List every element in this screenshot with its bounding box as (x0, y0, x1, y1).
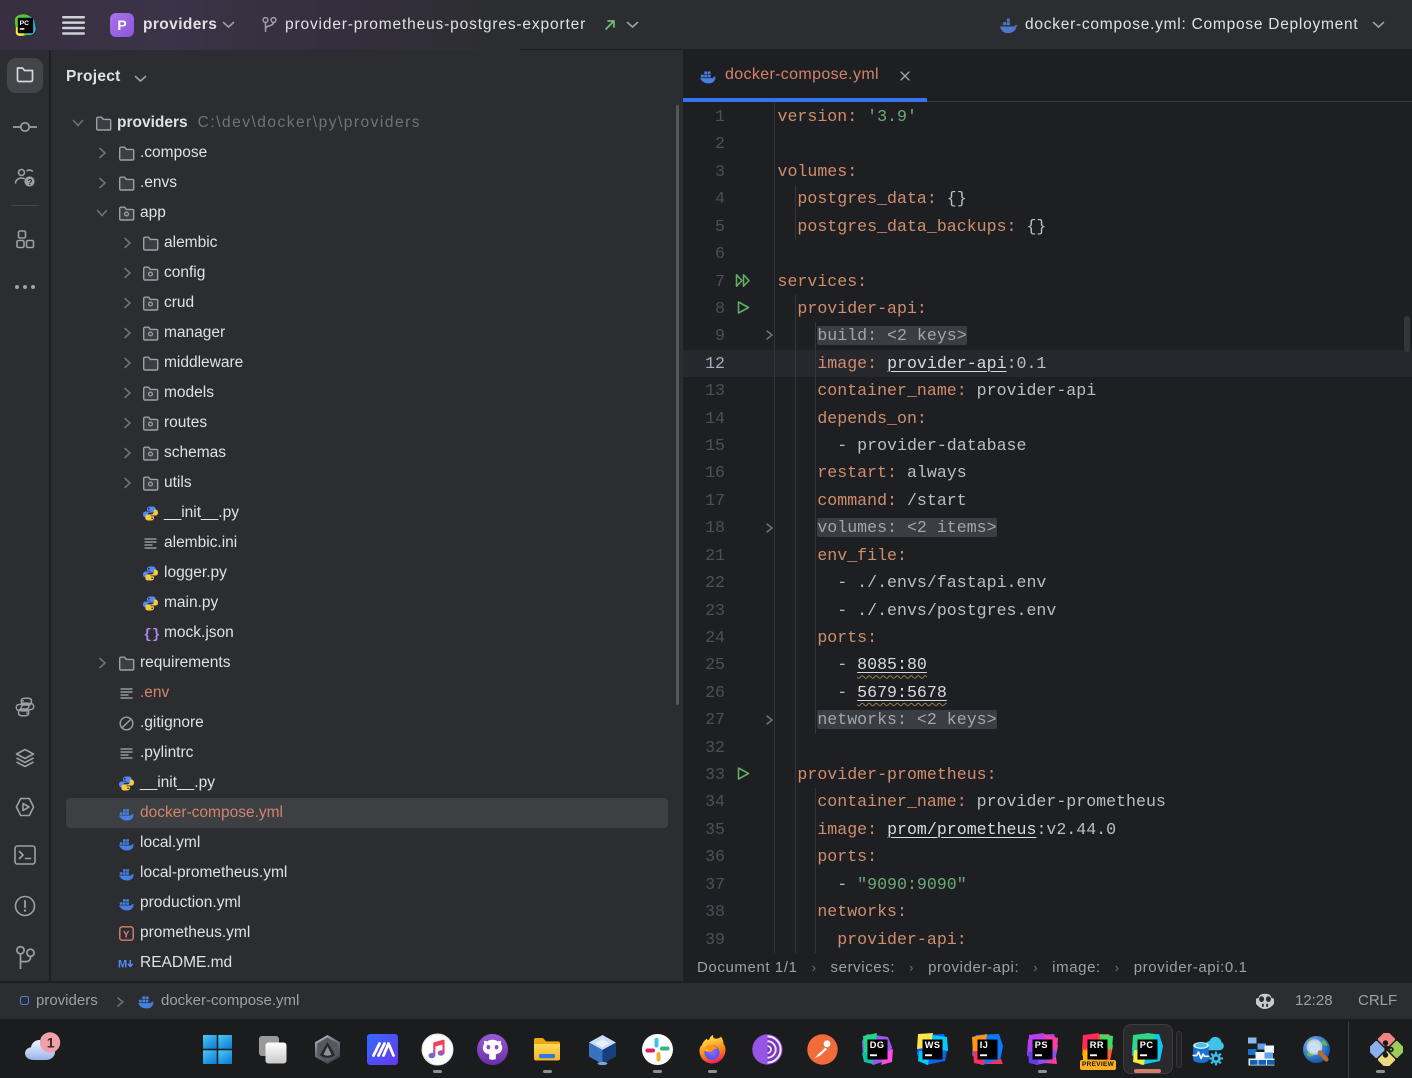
svg-text:WS: WS (925, 1040, 941, 1050)
svg-text:?: ? (27, 177, 32, 187)
svg-text:IJ: IJ (980, 1040, 988, 1050)
svg-text:1: 1 (47, 1035, 55, 1051)
svg-text:PS: PS (1035, 1040, 1048, 1050)
svg-text:PC: PC (1140, 1040, 1154, 1050)
svg-text:RR: RR (1090, 1040, 1104, 1050)
svg-text:DG: DG (870, 1040, 885, 1050)
svg-text:PC: PC (20, 20, 30, 27)
